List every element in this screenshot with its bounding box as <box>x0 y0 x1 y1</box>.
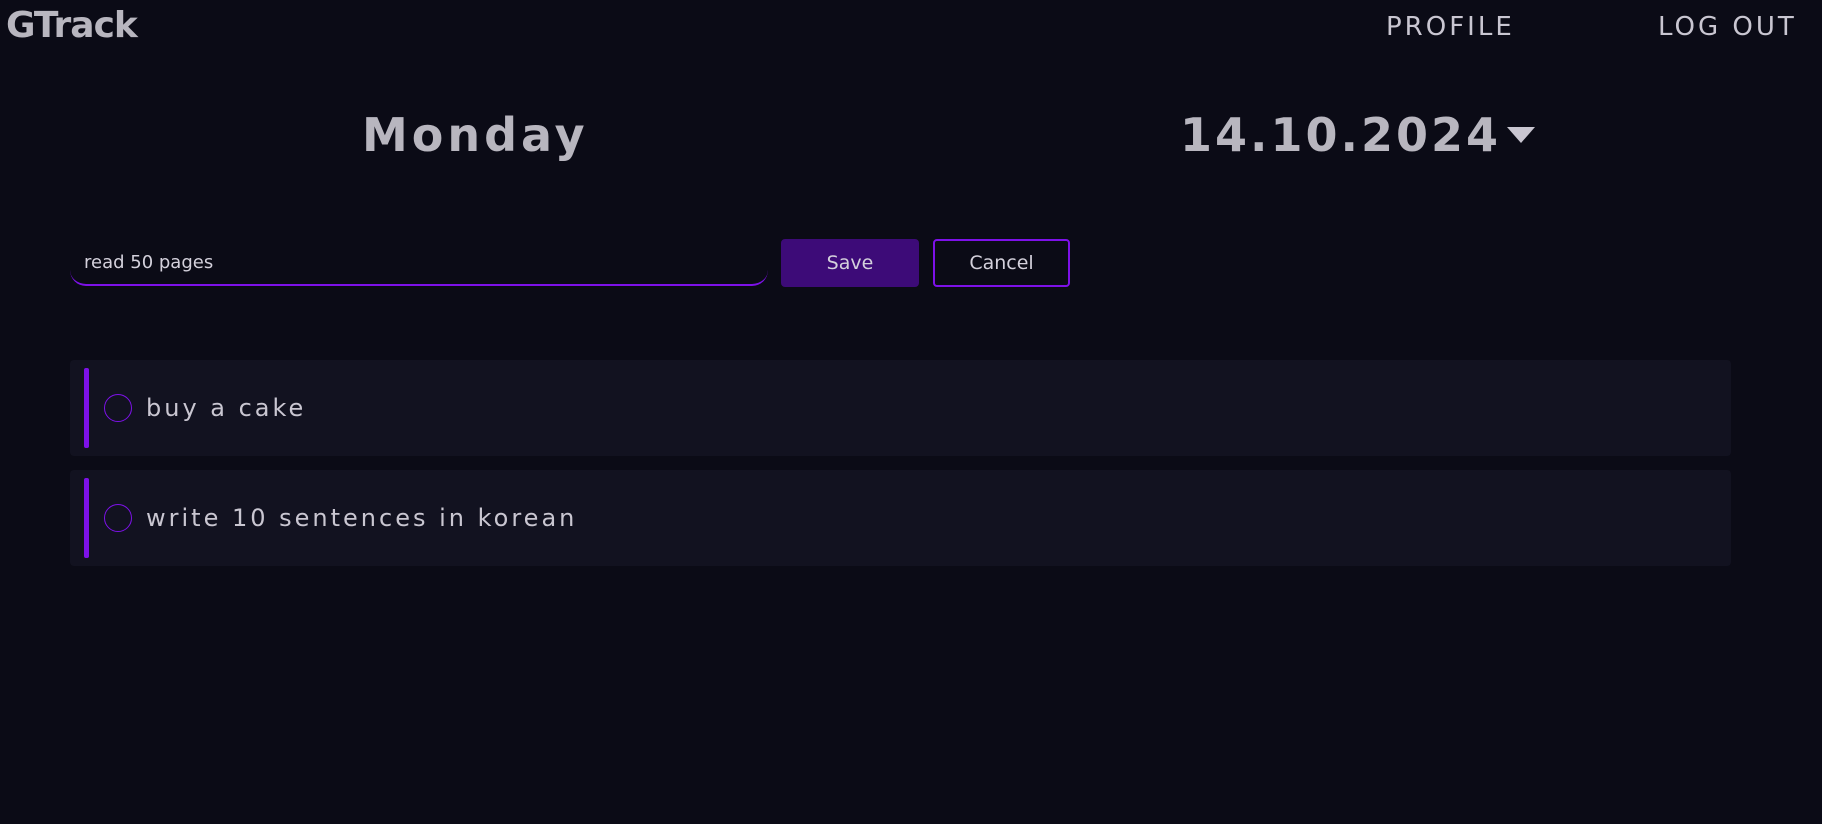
logo[interactable]: GTrack <box>6 4 138 48</box>
day-name-heading: Monday <box>362 108 589 162</box>
task-item[interactable]: write 10 sentences in korean <box>70 470 1731 566</box>
task-accent-bar <box>84 368 89 448</box>
task-input[interactable] <box>70 240 768 286</box>
task-text: buy a cake <box>146 394 307 422</box>
app-page: GTrack PROFILE LOG OUT Monday 14.10.2024… <box>0 0 1822 824</box>
save-button[interactable]: Save <box>781 239 919 287</box>
task-list: buy a cake write 10 sentences in korean <box>70 360 1731 580</box>
date-picker[interactable]: 14.10.2024 <box>1180 108 1536 162</box>
cancel-button[interactable]: Cancel <box>933 239 1070 287</box>
profile-link[interactable]: PROFILE <box>1386 12 1515 42</box>
task-checkbox[interactable] <box>104 504 132 532</box>
task-item[interactable]: buy a cake <box>70 360 1731 456</box>
task-checkbox[interactable] <box>104 394 132 422</box>
date-text[interactable]: 14.10.2024 <box>1180 108 1501 162</box>
task-accent-bar <box>84 478 89 558</box>
task-text: write 10 sentences in korean <box>146 504 578 532</box>
logout-link[interactable]: LOG OUT <box>1658 12 1797 42</box>
caret-down-icon[interactable] <box>1507 127 1536 143</box>
